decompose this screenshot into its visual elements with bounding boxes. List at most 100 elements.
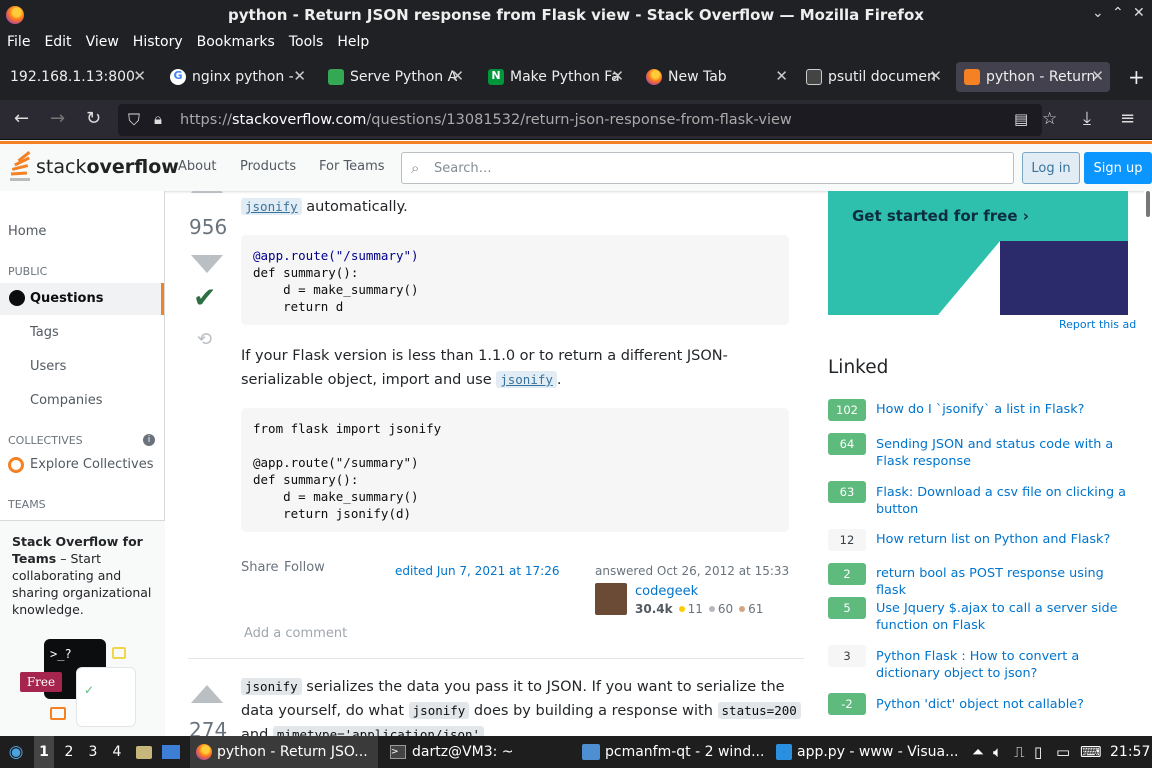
sidebar-item-questions[interactable]: Questions	[0, 283, 164, 315]
lock-icon[interactable]: 🔒︎	[154, 110, 162, 128]
search-input[interactable]: ⌕ Search…	[401, 152, 1014, 184]
shield-icon[interactable]: ⛉	[128, 110, 140, 130]
nav-about[interactable]: About	[178, 159, 216, 174]
close-tab-icon[interactable]: ✕	[293, 67, 306, 85]
report-ad-link[interactable]: Report this ad	[1059, 318, 1136, 331]
download-icon[interactable]: ⤓	[1083, 108, 1091, 129]
menu-file[interactable]: File	[7, 34, 30, 50]
close-tab-icon[interactable]: ✕	[451, 67, 464, 85]
taskbar-item-firefox[interactable]: python - Return JSO...	[190, 736, 378, 768]
volume-icon[interactable]: 🔈︎	[993, 736, 1002, 768]
taskbar-item-vscode[interactable]: app.py - www - Visua...	[774, 736, 962, 768]
url-domain: stackoverflow.com	[231, 112, 367, 128]
close-tab-icon[interactable]: ✕	[611, 67, 624, 85]
close-icon[interactable]: ✕	[1133, 5, 1145, 21]
workspace-1[interactable]: 1	[34, 736, 54, 768]
inline-code-link[interactable]: jsonify	[241, 198, 302, 215]
menu-view[interactable]: View	[86, 34, 119, 50]
silver-badge-icon	[708, 606, 715, 612]
close-tab-icon[interactable]: ✕	[929, 67, 942, 85]
sidebar-item-companies[interactable]: Companies	[30, 393, 103, 408]
scrollbar-thumb[interactable]	[1146, 191, 1150, 217]
sidebar-item-home[interactable]: Home	[8, 224, 46, 239]
network-icon[interactable]: ▭	[1056, 736, 1070, 768]
linked-question[interactable]: return bool as POST response using flask	[876, 565, 1126, 599]
avatar[interactable]	[595, 583, 627, 615]
nav-for-teams[interactable]: For Teams	[319, 159, 385, 174]
tab-label: 192.168.1.13:800	[10, 69, 135, 85]
downvote-icon[interactable]	[191, 255, 223, 273]
maximize-icon[interactable]: ⌃	[1112, 5, 1124, 21]
forward-icon[interactable]: →	[50, 108, 65, 129]
linked-question[interactable]: How return list on Python and Flask?	[876, 531, 1126, 548]
linked-question[interactable]: Sending JSON and status code with a Flas…	[876, 436, 1126, 470]
bookmark-star-icon[interactable]: ☆	[1042, 109, 1057, 129]
minimize-icon[interactable]: ⌄	[1092, 5, 1104, 21]
sidebar-item-tags[interactable]: Tags	[30, 325, 59, 340]
stackoverflow-logo[interactable]: stack overflow	[8, 151, 179, 182]
desktop-icon[interactable]	[162, 736, 182, 768]
linked-question[interactable]: Use Jquery $.ajax to call a server side …	[876, 600, 1126, 634]
tab-7-active[interactable]: python - Return ✕	[956, 62, 1110, 92]
tab-2[interactable]: Gnginx python - ✕	[162, 62, 312, 92]
taskbar-item-terminal[interactable]: > dartz@VM3: ~	[386, 736, 574, 768]
file-manager-icon[interactable]	[136, 736, 156, 768]
menu-history[interactable]: History	[133, 34, 183, 50]
signup-button[interactable]: Sign up	[1084, 152, 1152, 184]
tab-1[interactable]: 192.168.1.13:800 ✕	[2, 62, 152, 92]
close-tab-icon[interactable]: ✕	[775, 67, 788, 85]
answer-paragraph: jsonify serializes the data you pass it …	[241, 675, 801, 736]
add-comment-link[interactable]: Add a comment	[244, 626, 347, 641]
hamburger-menu-icon[interactable]: ≡	[1120, 108, 1135, 129]
share-link[interactable]: Share	[241, 560, 279, 575]
clipboard-icon[interactable]: ▯	[1034, 736, 1042, 768]
menu-bookmarks[interactable]: Bookmarks	[197, 34, 275, 50]
taskbar-item-pcmanfm[interactable]: pcmanfm-qt - 2 wind...	[580, 736, 768, 768]
tab-6[interactable]: psutil documen ✕	[798, 62, 948, 92]
url-bar[interactable]: ⛉ 🔒︎ https://stackoverflow.com/questions…	[118, 104, 1057, 136]
ad-banner[interactable]: Get started for free ›	[828, 191, 1128, 315]
ad-cta[interactable]: Get started for free ›	[852, 207, 1029, 225]
start-menu-icon[interactable]: ◉	[4, 736, 28, 768]
user-link[interactable]: codegeek	[635, 584, 698, 599]
workspace-3[interactable]: 3	[84, 736, 102, 768]
workspace-2[interactable]: 2	[60, 736, 78, 768]
firefox-icon	[646, 69, 662, 85]
tab-5[interactable]: New Tab ✕	[638, 62, 794, 92]
menu-edit[interactable]: Edit	[44, 34, 71, 50]
history-icon[interactable]: ⟲	[197, 329, 212, 350]
upvote-icon[interactable]	[191, 685, 223, 703]
reload-icon[interactable]: ↻	[86, 108, 101, 129]
info-icon[interactable]: i	[143, 434, 155, 446]
linked-question[interactable]: Python 'dict' object not callable?	[876, 696, 1126, 713]
reader-view-icon[interactable]: ▤	[1014, 110, 1028, 128]
tab-4[interactable]: N Make Python Fa ✕	[480, 62, 630, 92]
close-tab-icon[interactable]: ✕	[133, 67, 146, 85]
usb-icon[interactable]: ⎍	[1014, 736, 1025, 768]
nav-products[interactable]: Products	[240, 159, 296, 174]
window-titlebar: python - Return JSON response from Flask…	[0, 0, 1152, 30]
edited-link[interactable]: edited Jun 7, 2021 at 17:26	[395, 564, 560, 578]
ad-decoration	[1000, 241, 1128, 315]
taskbar-item-label: pcmanfm-qt - 2 wind...	[605, 744, 765, 760]
back-icon[interactable]: ←	[14, 108, 29, 129]
sidebar-item-explore-collectives[interactable]: Explore Collectives	[30, 457, 154, 472]
tray-up-icon[interactable]: ⏶	[972, 736, 984, 768]
answer-text: jsonify automatically.	[241, 195, 408, 219]
login-button[interactable]: Log in	[1022, 152, 1080, 184]
new-tab-icon[interactable]: +	[1120, 62, 1148, 92]
linked-question[interactable]: How do I `jsonify` a list in Flask?	[876, 401, 1126, 418]
linked-question[interactable]: Python Flask : How to convert a dictiona…	[876, 648, 1126, 682]
close-tab-icon[interactable]: ✕	[1091, 67, 1104, 85]
inline-code-link[interactable]: jsonify	[496, 371, 557, 388]
linked-question[interactable]: Flask: Download a csv file on clicking a…	[876, 484, 1126, 518]
upvote-icon[interactable]	[191, 191, 223, 193]
tab-3[interactable]: Serve Python A ✕	[320, 62, 470, 92]
workspace-4[interactable]: 4	[108, 736, 126, 768]
follow-link[interactable]: Follow	[284, 560, 325, 575]
sidebar-item-users[interactable]: Users	[30, 359, 66, 374]
scrollbar[interactable]	[1144, 191, 1152, 736]
menu-help[interactable]: Help	[337, 34, 369, 50]
keyboard-icon[interactable]: ⌨	[1080, 736, 1102, 768]
menu-tools[interactable]: Tools	[289, 34, 324, 50]
